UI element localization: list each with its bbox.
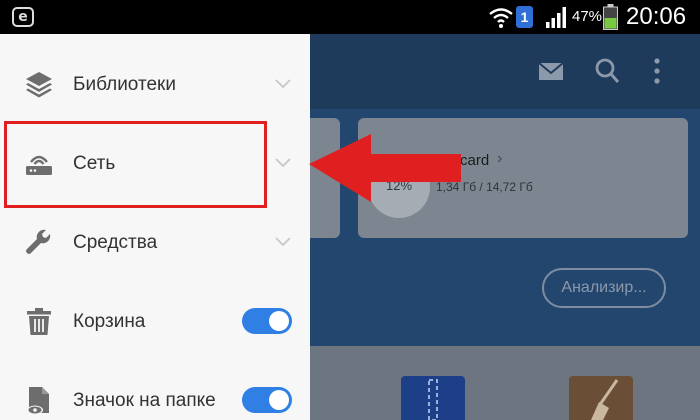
background-bottom-panel bbox=[310, 346, 700, 420]
annotation-arrow bbox=[309, 134, 461, 202]
search-icon bbox=[595, 58, 620, 83]
more-vert-icon bbox=[654, 58, 660, 84]
chevron-down-icon[interactable] bbox=[274, 78, 292, 90]
drawer-item-recycle-bin[interactable]: Корзина bbox=[0, 286, 310, 356]
app-notification-icon: e bbox=[12, 7, 34, 27]
drawer-item-label: Значок на папке bbox=[73, 390, 216, 411]
drawer-item-folder-badge[interactable]: Значок на папке bbox=[0, 365, 310, 420]
mail-icon bbox=[538, 62, 564, 80]
signal-icon bbox=[546, 7, 566, 28]
drawer-item-tools[interactable]: Средства bbox=[0, 207, 310, 277]
drawer-item-libraries[interactable]: Библиотеки bbox=[0, 49, 310, 119]
file-eye-icon bbox=[27, 387, 49, 415]
status-bar: e 1 47% 20:06 bbox=[0, 0, 700, 34]
chevron-down-icon[interactable] bbox=[274, 157, 292, 169]
recycle-bin-toggle[interactable] bbox=[242, 308, 292, 334]
drawer-item-label: Корзина bbox=[73, 311, 146, 332]
trash-icon bbox=[27, 308, 51, 335]
chevron-right-icon: › bbox=[497, 150, 503, 167]
annotation-highlight-box bbox=[4, 121, 267, 208]
drawer-item-label: Библиотеки bbox=[73, 74, 176, 95]
zip-archive-icon bbox=[401, 376, 465, 420]
wrench-icon bbox=[26, 229, 51, 254]
analyze-button[interactable]: Анализир... bbox=[542, 268, 666, 308]
cleaner-broom-icon bbox=[569, 376, 633, 420]
battery-percent: 47% bbox=[572, 8, 603, 25]
drawer-item-label: Средства bbox=[73, 232, 158, 253]
chevron-down-icon[interactable] bbox=[274, 236, 292, 248]
notification-badge: 1 bbox=[516, 6, 533, 28]
folder-badge-toggle[interactable] bbox=[242, 387, 292, 413]
navigation-drawer: Библиотеки Сеть Средства Корзина Значок … bbox=[0, 34, 310, 420]
layers-icon bbox=[26, 72, 52, 98]
clock: 20:06 bbox=[626, 3, 687, 30]
wifi-icon bbox=[489, 8, 513, 28]
battery-icon bbox=[603, 4, 618, 30]
